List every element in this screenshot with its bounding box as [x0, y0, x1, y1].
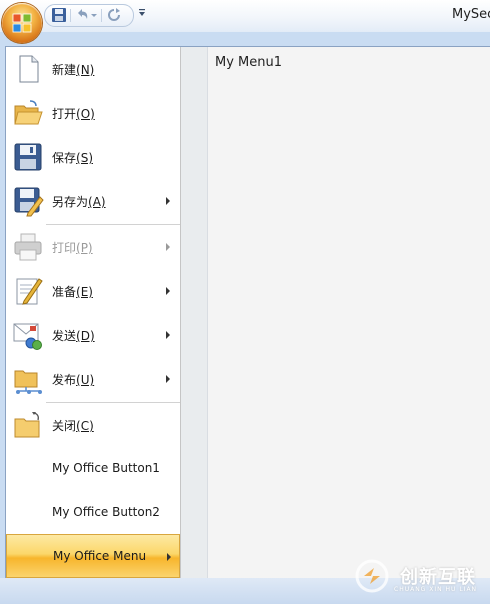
save-disk-icon: [14, 143, 42, 171]
redo-icon[interactable]: [106, 7, 122, 23]
menu-item-new[interactable]: 新建(N): [6, 47, 180, 91]
menu-item-label: 打印(P): [52, 241, 93, 255]
save-icon[interactable]: [51, 7, 67, 23]
submenu-item-my-menu1[interactable]: My Menu1: [215, 55, 282, 70]
office-menu-commands: 新建(N) 打开(O) 保存(S) 另存为(A) 打印(P) 准备(E) 发送(…: [6, 47, 180, 579]
open-folder-icon: [14, 100, 43, 125]
submenu-arrow-icon: [166, 375, 170, 383]
menu-item-label: My Office Button1: [52, 461, 160, 475]
menu-item-save[interactable]: 保存(S): [6, 135, 180, 179]
office-logo-icon: [12, 13, 32, 33]
menu-item-publish[interactable]: 发布(U): [6, 357, 180, 401]
menu-item-close[interactable]: 关闭(C): [6, 403, 180, 447]
send-icon: [13, 323, 42, 350]
submenu-arrow-icon: [167, 553, 171, 561]
watermark-subtext: CHUANG XIN HU LIAN: [394, 586, 478, 593]
prepare-icon: [16, 278, 43, 305]
publish-icon: [14, 370, 42, 394]
menu-item-label: My Office Button2: [52, 505, 160, 519]
save-as-icon: [14, 187, 44, 217]
menu-item-label: 发布(U): [52, 373, 95, 387]
menu-item-print[interactable]: 打印(P): [6, 225, 180, 269]
menu-item-prepare[interactable]: 准备(E): [6, 269, 180, 313]
menu-item-save-as[interactable]: 另存为(A): [6, 179, 180, 223]
menu-item-send[interactable]: 发送(D): [6, 313, 180, 357]
office-button[interactable]: [2, 3, 42, 43]
menu-item-label: 保存(S): [52, 151, 93, 165]
print-icon: [14, 233, 42, 261]
menu-item-label: 准备(E): [52, 285, 93, 299]
menu-item-label: 打开(O): [52, 107, 95, 121]
submenu-arrow-icon: [166, 331, 170, 339]
menu-item-open[interactable]: 打开(O): [6, 91, 180, 135]
submenu-pane: My Menu1: [181, 47, 490, 579]
qat-separator: [70, 9, 71, 22]
close-folder-icon: [14, 412, 40, 438]
new-document-icon: [19, 55, 39, 83]
undo-icon[interactable]: [74, 7, 90, 23]
menu-item-label: 新建(N): [52, 63, 95, 77]
menu-item-label: 关闭(C): [52, 419, 94, 433]
window-title: MySec: [452, 7, 490, 22]
qat-separator: [101, 9, 102, 22]
customize-qat-icon[interactable]: [138, 8, 146, 18]
title-bar: MySec: [0, 0, 490, 32]
submenu-icon-strip: [181, 47, 208, 579]
submenu-arrow-icon: [166, 287, 170, 295]
menu-item-label: 发送(D): [52, 329, 95, 343]
menu-item-label: 另存为(A): [52, 195, 106, 209]
menu-item-my-office-button2[interactable]: My Office Button2: [6, 491, 180, 535]
menu-item-my-office-menu[interactable]: My Office Menu: [6, 534, 180, 578]
quick-access-toolbar: [44, 4, 134, 27]
submenu-arrow-icon: [166, 197, 170, 205]
menu-item-label: My Office Menu: [53, 549, 147, 563]
menu-item-my-office-button1[interactable]: My Office Button1: [6, 447, 180, 491]
office-menu-panel: 新建(N) 打开(O) 保存(S) 另存为(A) 打印(P) 准备(E) 发送(…: [5, 46, 490, 580]
submenu-arrow-icon: [166, 243, 170, 251]
undo-dropdown-icon[interactable]: [90, 7, 98, 23]
